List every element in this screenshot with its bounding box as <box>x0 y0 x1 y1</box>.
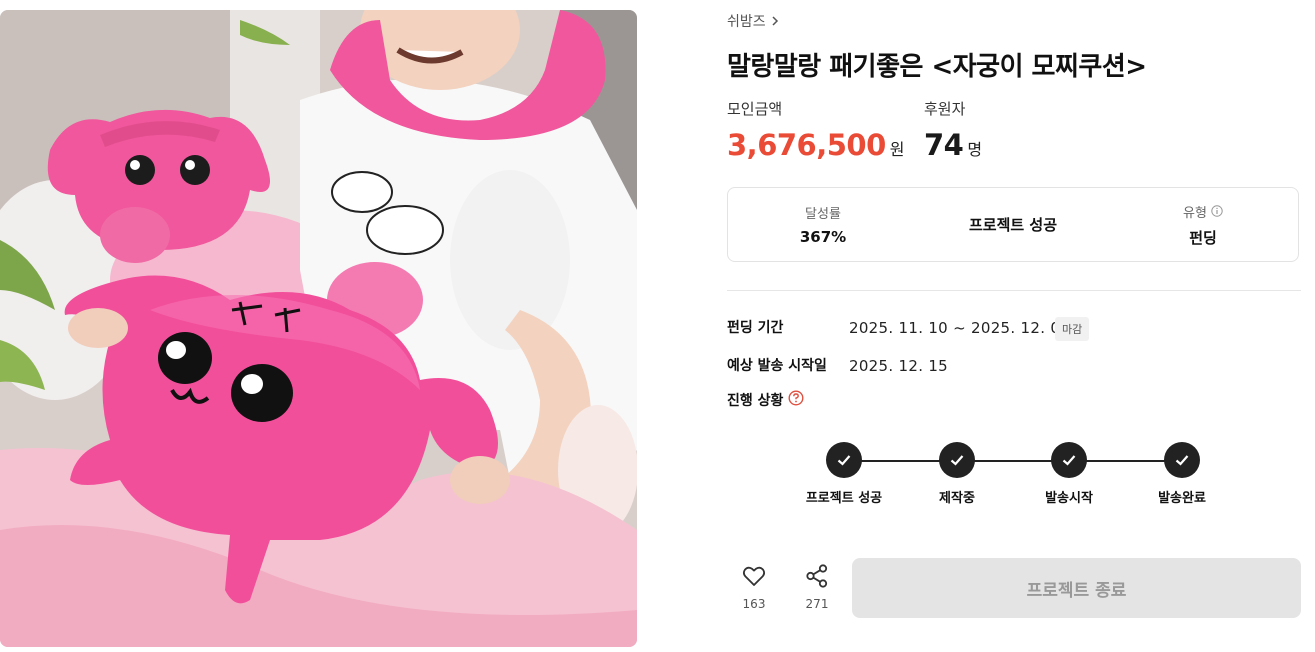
ship-label: 예상 발송 시작일 <box>727 358 827 374</box>
share-icon <box>806 564 828 588</box>
rate-cell: 달성률 367% <box>728 188 918 261</box>
like-count: 163 <box>742 597 766 611</box>
help-icon[interactable] <box>788 390 804 406</box>
step-label: 프로젝트 성공 <box>805 491 883 506</box>
like-button[interactable]: 163 <box>734 563 774 611</box>
chevron-right-icon <box>772 16 778 26</box>
step-label: 제작중 <box>939 491 975 506</box>
divider <box>727 290 1301 291</box>
backers-label: 후원자 <box>924 100 966 118</box>
amount-label: 모인금액 <box>727 100 783 118</box>
page-title: 말랑말랑 패기좋은 <자궁이 모찌쿠션> <box>727 52 1147 82</box>
step-label: 발송완료 <box>1158 491 1206 506</box>
product-photo <box>0 10 637 647</box>
step-label: 발송시작 <box>1045 491 1093 506</box>
creator-link[interactable]: 쉬밤즈 <box>727 11 780 31</box>
amount-value: 3,676,500 <box>727 128 886 162</box>
plush-illustration <box>0 10 637 647</box>
step-3-check <box>1051 442 1087 478</box>
status-value: 프로젝트 성공 <box>968 216 1058 234</box>
creator-name[interactable]: 쉬밤즈 <box>727 11 766 31</box>
period-value: 2025. 11. 10 ~ 2025. 12. 02 <box>849 319 1071 337</box>
status-cell: 프로젝트 성공 <box>918 188 1108 261</box>
info-icon[interactable] <box>1211 205 1223 217</box>
share-count: 271 <box>805 597 829 611</box>
step-4-check <box>1164 442 1200 478</box>
heart-icon <box>742 566 766 586</box>
ship-value: 2025. 12. 15 <box>849 357 949 375</box>
step-2-check <box>939 442 975 478</box>
rate-label: 달성률 <box>805 207 841 222</box>
type-label: 유형 <box>1183 205 1207 221</box>
progress-timeline: 프로젝트 성공 제작중 발송시작 발송완료 <box>787 440 1227 510</box>
timeline-line <box>844 460 1183 462</box>
period-label: 펀딩 기간 <box>727 320 784 336</box>
step-1-check <box>826 442 862 478</box>
rate-value: 367% <box>799 228 847 246</box>
amount-unit: 원 <box>889 140 905 159</box>
check-icon <box>1175 455 1189 466</box>
project-ended-button[interactable]: 프로젝트 종료 <box>852 558 1301 618</box>
type-label-group: 유형 <box>1183 202 1223 221</box>
backers-value: 74 <box>924 128 964 162</box>
share-button[interactable]: 271 <box>797 563 837 611</box>
summary-box: 달성률 367% 프로젝트 성공 유형 펀딩 <box>727 187 1299 262</box>
check-icon <box>1062 455 1076 466</box>
progress-label: 진행 상황 <box>727 393 784 409</box>
type-value: 펀딩 <box>1189 228 1217 247</box>
amount-value-group: 3,676,500 원 <box>727 128 905 162</box>
check-icon <box>837 455 851 466</box>
project-info: 쉬밤즈 말랑말랑 패기좋은 <자궁이 모찌쿠션> 모인금액 3,676,500 … <box>727 0 1301 652</box>
backers-value-group: 74 명 <box>924 128 982 162</box>
status-badge: 마감 <box>1055 317 1090 341</box>
type-cell: 유형 펀딩 <box>1108 188 1298 261</box>
backers-unit: 명 <box>967 140 983 159</box>
check-icon <box>950 455 964 466</box>
